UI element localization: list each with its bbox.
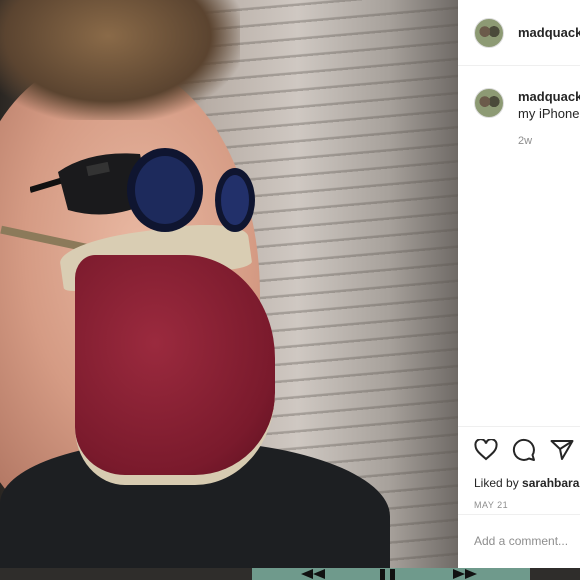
post-side-panel: madquack madquack my iPhone 2w Liked by … bbox=[458, 0, 580, 568]
header-username[interactable]: madquack bbox=[518, 25, 580, 40]
caption-username[interactable]: madquack bbox=[518, 89, 580, 104]
liked-by-prefix: Liked by bbox=[474, 476, 523, 490]
paper-plane-icon[interactable] bbox=[550, 439, 574, 461]
fast-forward-icon[interactable] bbox=[452, 568, 478, 580]
post-date: MAY 21 bbox=[474, 500, 509, 510]
liked-by-user[interactable]: sarahbara bbox=[522, 476, 579, 490]
media-player-bar bbox=[0, 568, 580, 580]
caption-text: my iPhone bbox=[518, 106, 580, 121]
face-mask bbox=[75, 255, 275, 485]
pause-icon[interactable] bbox=[378, 568, 398, 580]
post-actions: Liked by sarahbara MAY 21 bbox=[458, 426, 580, 510]
post-header: madquack bbox=[458, 0, 580, 66]
avatar[interactable] bbox=[474, 17, 504, 48]
comment-bubble-icon[interactable] bbox=[512, 438, 536, 462]
glacier-goggles bbox=[30, 148, 255, 232]
caption: madquack my iPhone 2w bbox=[458, 66, 580, 147]
rewind-icon[interactable] bbox=[300, 568, 326, 580]
post-photo[interactable] bbox=[0, 0, 458, 568]
add-comment-input[interactable]: Add a comment... bbox=[458, 514, 580, 568]
liked-by-line: Liked by sarahbara bbox=[474, 476, 580, 490]
caption-avatar[interactable] bbox=[474, 88, 504, 118]
caption-timestamp[interactable]: 2w bbox=[518, 135, 580, 147]
heart-icon[interactable] bbox=[474, 439, 498, 461]
hair bbox=[0, 0, 240, 120]
